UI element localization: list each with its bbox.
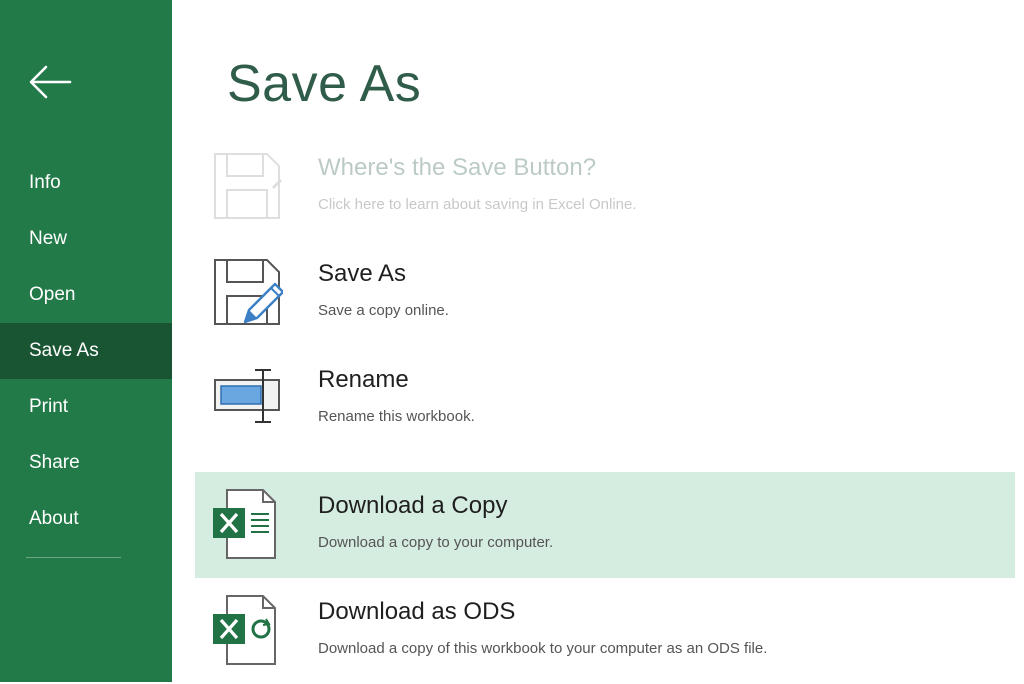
sidebar-item-open[interactable]: Open: [0, 267, 172, 323]
sidebar-item-info[interactable]: Info: [0, 155, 172, 211]
main-panel: Save As Where's the Save Button? Click h…: [172, 0, 1024, 682]
option-description: Click here to learn about saving in Exce…: [318, 196, 637, 213]
option-download-copy[interactable]: Download a Copy Download a copy to your …: [195, 472, 1015, 578]
option-description: Download a copy of this workbook to your…: [318, 640, 768, 657]
page-title: Save As: [227, 55, 422, 113]
sidebar-item-about[interactable]: About: [0, 491, 172, 547]
option-description: Save a copy online.: [318, 302, 449, 319]
option-title: Download as ODS: [318, 598, 516, 625]
sidebar-item-share[interactable]: Share: [0, 435, 172, 491]
option-title: Download a Copy: [318, 492, 508, 519]
back-button[interactable]: [24, 58, 76, 106]
option-save-as[interactable]: Save As Save a copy online.: [195, 240, 1015, 346]
rename-icon: [214, 369, 280, 423]
sidebar: Info New Open Save As Print Share About: [0, 0, 172, 682]
sidebar-item-print[interactable]: Print: [0, 379, 172, 435]
option-rename[interactable]: Rename Rename this workbook.: [195, 346, 1015, 452]
option-title: Save As: [318, 260, 407, 287]
option-download-ods[interactable]: Download as ODS Download a copy of this …: [195, 578, 1015, 684]
excel-ods-file-icon: [213, 595, 276, 665]
sidebar-nav: Info New Open Save As Print Share About: [0, 155, 172, 547]
sidebar-item-save-as[interactable]: Save As: [0, 323, 172, 379]
floppy-disk-icon: [214, 153, 283, 219]
sidebar-item-new[interactable]: New: [0, 211, 172, 267]
option-description: Download a copy to your computer.: [318, 534, 554, 551]
save-as-pencil-icon: [214, 259, 283, 325]
option-description: Rename this workbook.: [318, 408, 475, 425]
option-title: Where's the Save Button?: [318, 154, 597, 181]
sidebar-divider: [26, 557, 121, 558]
back-arrow-icon: [29, 65, 72, 99]
option-save-button-help[interactable]: Where's the Save Button? Click here to l…: [195, 134, 1015, 240]
excel-file-icon: [213, 489, 276, 559]
option-title: Rename: [318, 366, 409, 393]
